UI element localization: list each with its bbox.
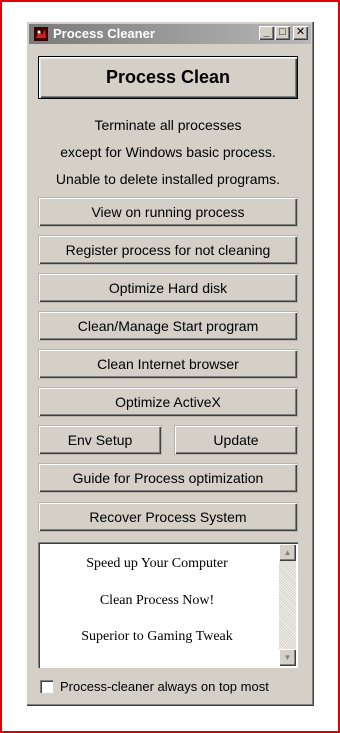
process-optimization-guide-button[interactable]: Guide for Process optimization [38, 463, 298, 493]
process-cleaner-window: Process Cleaner _ □ ✕ Process Clean Term… [26, 21, 314, 706]
close-button[interactable]: ✕ [293, 26, 308, 40]
manage-start-program-button[interactable]: Clean/Manage Start program [38, 311, 298, 341]
title-bar[interactable]: Process Cleaner _ □ ✕ [29, 24, 311, 44]
promo-text-box[interactable]: Speed up Your Computer Clean Process Now… [38, 542, 298, 668]
minimize-button[interactable]: _ [259, 26, 274, 40]
vertical-scrollbar[interactable]: ▲ ▼ [279, 544, 296, 666]
clean-internet-browser-button[interactable]: Clean Internet browser [38, 349, 298, 379]
promo-line-2: Clean Process Now! [99, 593, 215, 608]
scroll-up-icon[interactable]: ▲ [279, 544, 296, 561]
maximize-button[interactable]: □ [275, 26, 290, 40]
recover-process-system-button[interactable]: Recover Process System [38, 502, 298, 532]
description-line-2: except for Windows basic process. [60, 144, 276, 160]
always-on-top-checkbox[interactable] [40, 680, 53, 693]
app-icon [34, 27, 48, 41]
always-on-top-label: Process-cleaner always on top most [60, 679, 269, 694]
optimize-activex-button[interactable]: Optimize ActiveX [38, 387, 298, 417]
update-button[interactable]: Update [174, 425, 298, 455]
promo-line-3: Superior to Gaming Tweak [81, 629, 233, 644]
register-process-button[interactable]: Register process for not cleaning [38, 235, 298, 265]
view-running-process-button[interactable]: View on running process [38, 197, 298, 227]
scroll-down-icon[interactable]: ▼ [279, 649, 296, 666]
process-clean-button[interactable]: Process Clean [38, 56, 298, 99]
optimize-hard-disk-button[interactable]: Optimize Hard disk [38, 273, 298, 303]
promo-line-1: Speed up Your Computer [86, 556, 228, 571]
description-line-3: Unable to delete installed programs. [55, 171, 281, 187]
description-line-1: Terminate all processes [94, 117, 242, 133]
window-title: Process Cleaner [53, 26, 155, 41]
env-setup-button[interactable]: Env Setup [38, 425, 162, 455]
